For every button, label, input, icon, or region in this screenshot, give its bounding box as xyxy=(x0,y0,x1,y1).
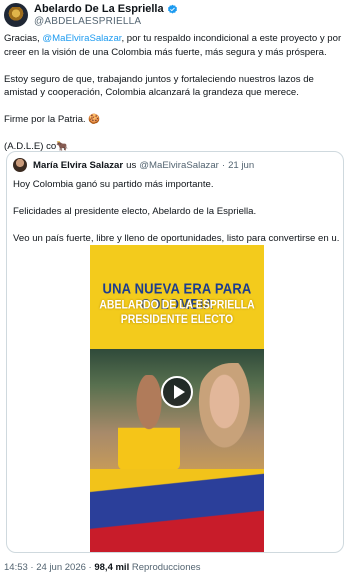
author-avatar[interactable] xyxy=(4,3,28,27)
views-label: Reproducciones xyxy=(131,562,201,573)
quoted-line-2: Felicidades al presidente electo, Abelar… xyxy=(13,206,257,217)
tweet-time[interactable]: 14:53 xyxy=(4,562,28,573)
separator-dot: · xyxy=(221,159,226,171)
quoted-tweet-header: María Elvira Salazar us @MaElviraSalazar… xyxy=(13,158,254,172)
play-button[interactable] xyxy=(161,376,193,408)
quoted-line-1: Hoy Colombia ganó su partido más importa… xyxy=(13,179,214,190)
quoted-line-3: Veo un país fuerte, libre y lleno de opo… xyxy=(13,233,339,244)
tweet-text-segment: Gracias, xyxy=(4,33,43,44)
quoted-author-name: María Elvira Salazar xyxy=(33,159,124,171)
author-name[interactable]: Abelardo De La Espriella xyxy=(34,3,164,15)
tweet-body: Gracias, @MaElviraSalazar, por tu respal… xyxy=(4,32,342,167)
colombia-flag-image xyxy=(90,469,264,552)
video-subtitle-line-2: PRESIDENTE ELECTO xyxy=(120,313,234,327)
view-count: 98,4 mil xyxy=(94,562,130,573)
video-subtitle-line-1: ABELARDO DE LA ESPRIELLA xyxy=(99,298,255,312)
crest-logo-icon xyxy=(7,7,25,23)
mention-link[interactable]: @MaElviraSalazar xyxy=(42,33,121,44)
video-subtitle: ABELARDO DE LA ESPRIELLA PRESIDENTE ELEC… xyxy=(90,299,264,328)
verified-badge-icon xyxy=(167,4,177,13)
tweet-paragraph-2: Estoy seguro de que, trabajando juntos y… xyxy=(4,73,314,99)
quoted-tweet[interactable]: María Elvira Salazar us @MaElviraSalazar… xyxy=(6,151,344,553)
flag-label: us xyxy=(126,159,137,171)
quoted-author-handle: @MaElviraSalazar xyxy=(139,159,219,171)
tweet-header: Abelardo De La Espriella @ABDELAESPRIELL… xyxy=(4,3,334,29)
author-handle[interactable]: @ABDELAESPRIELLA xyxy=(34,16,141,27)
play-icon xyxy=(174,385,185,399)
tweet-date[interactable]: 24 jun 2026 xyxy=(36,562,86,573)
tweet-footer: 14:53 · 24 jun 2026 · 98,4 mil Reproducc… xyxy=(4,562,201,573)
tweet-paragraph-3: Firme por la Patria. 🍪 xyxy=(4,114,101,125)
video-person-right xyxy=(198,363,264,473)
tweet-paragraph-1: Gracias, @MaElviraSalazar, por tu respal… xyxy=(4,32,342,59)
video-player[interactable]: UNA NUEVA ERA PARA COLOMBIA ABELARDO DE … xyxy=(90,245,264,552)
quoted-tweet-date[interactable]: 21 jun xyxy=(228,160,254,171)
author-name-row: Abelardo De La Espriella xyxy=(34,3,178,15)
quoted-author-avatar xyxy=(13,158,27,172)
